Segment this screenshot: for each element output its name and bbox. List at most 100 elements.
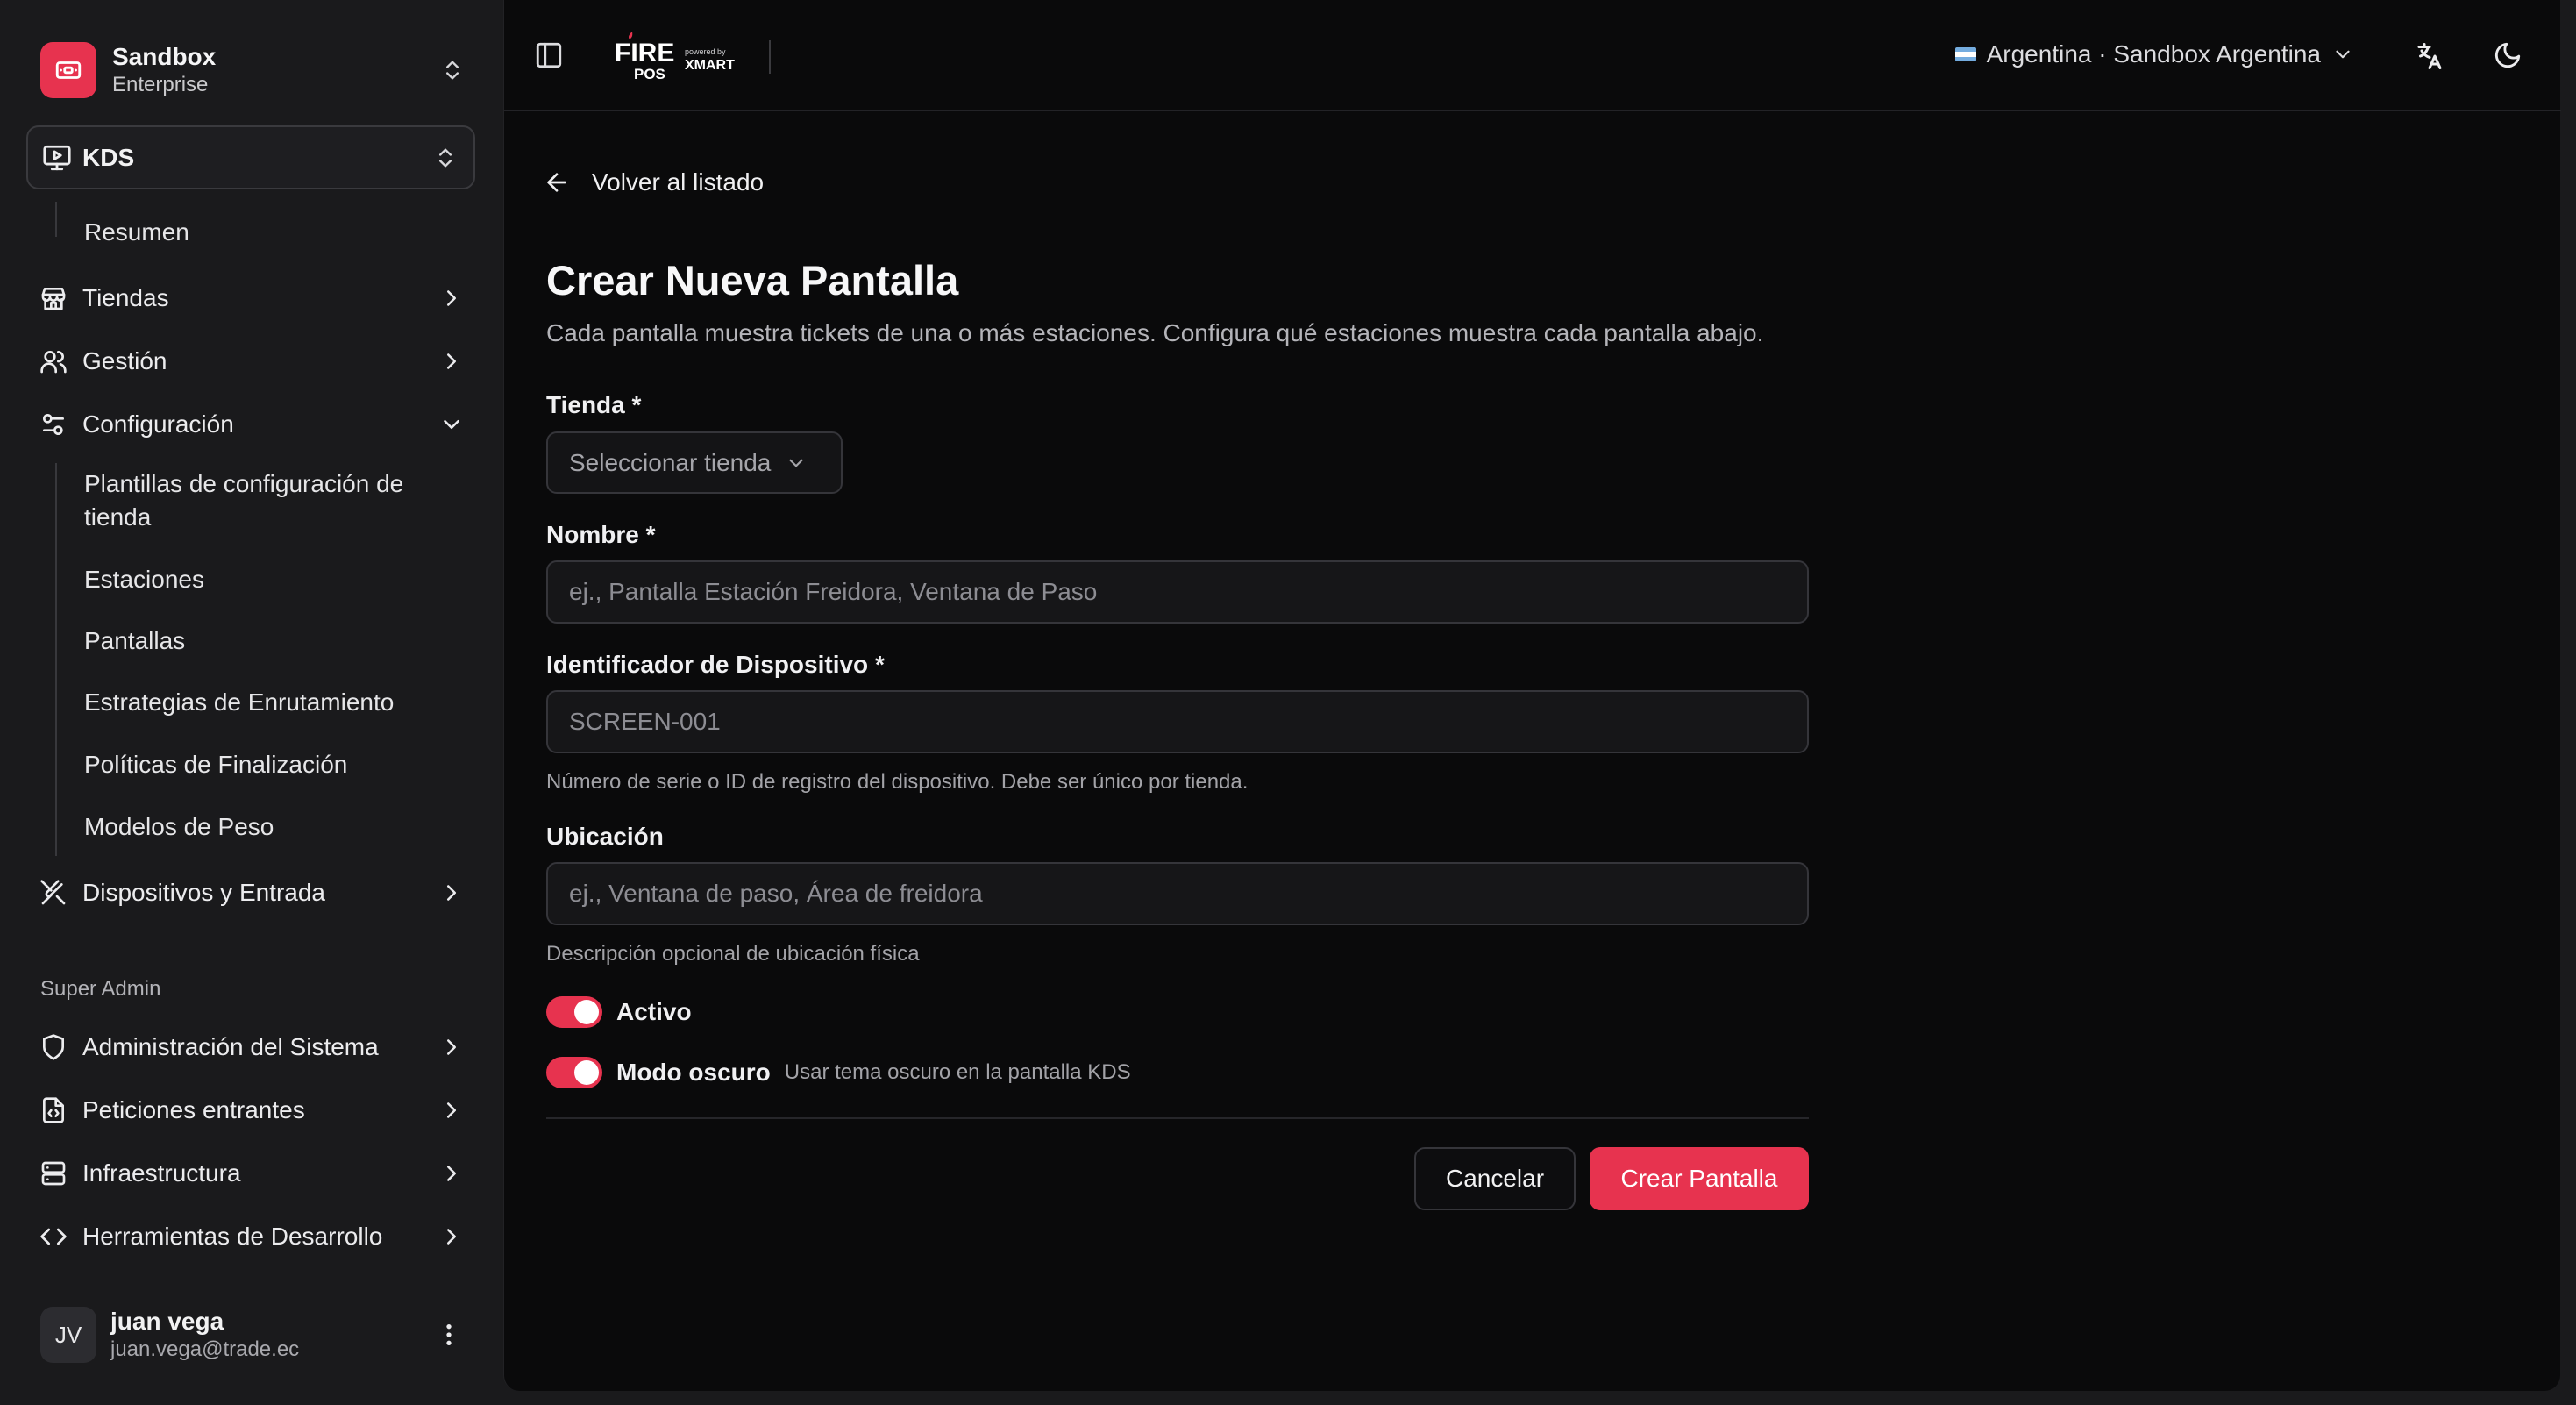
sidebar-item-gestion[interactable]: Gestión (26, 335, 477, 388)
chevron-right-icon (447, 353, 456, 369)
store-select[interactable]: Seleccionar tienda (546, 431, 843, 494)
translate-icon[interactable] (2414, 40, 2445, 72)
country-selector[interactable]: Argentina · Sandbox Argentina (1954, 37, 2354, 72)
sidebar-item-estaciones[interactable]: Estaciones (70, 563, 477, 596)
argentina-flag-icon (1954, 47, 1976, 61)
active-label: Activo (616, 998, 692, 1025)
org-name: Sandbox (112, 43, 217, 70)
name-input[interactable] (546, 560, 1809, 624)
server-icon (41, 1161, 66, 1186)
users-icon (40, 351, 67, 374)
sidebar-item-label: Herramientas de Desarrollo (82, 1223, 383, 1250)
nav-tree-line (55, 463, 57, 856)
powered-by-text: powered by (685, 47, 726, 56)
chevrons-up-down-icon (446, 61, 459, 80)
sidebar-item-pantallas[interactable]: Pantallas (70, 624, 477, 658)
app-window: Sandbox Enterprise KDS Resumen Tiendas G… (0, 0, 2576, 1405)
page-title: Crear Nueva Pantalla (546, 257, 959, 303)
name-label: Nombre * (546, 521, 656, 548)
dark-mode-toggle-row: Modo oscuro Usar tema oscuro en la panta… (546, 1055, 1131, 1090)
device-id-label: Identificador de Dispositivo * (546, 651, 885, 678)
dark-mode-label: Modo oscuro (616, 1059, 771, 1086)
sidebar-item-configuracion[interactable]: Configuración (26, 398, 477, 451)
sidebar-item-administracion[interactable]: Administración del Sistema (26, 1021, 477, 1073)
sidebar-item-label: Tiendas (82, 284, 169, 311)
sidebar-item-peticiones[interactable]: Peticiones entrantes (26, 1084, 477, 1137)
active-toggle[interactable] (546, 996, 602, 1028)
sidebar-item-label: Administración del Sistema (82, 1033, 379, 1060)
location-help: Descripción opcional de ubicación física (546, 942, 920, 966)
chevron-right-icon (447, 885, 456, 901)
section-title-super-admin: Super Admin (40, 977, 161, 1001)
chevron-right-icon (447, 1229, 456, 1245)
sidebar-item-dispositivos[interactable]: Dispositivos y Entrada (26, 867, 477, 919)
device-id-input[interactable] (546, 690, 1809, 753)
sidebar: Sandbox Enterprise KDS Resumen Tiendas G… (0, 0, 503, 1405)
store-icon (41, 288, 66, 310)
sidebar-item-modelos[interactable]: Modelos de Peso (70, 810, 477, 844)
chevron-down-icon (789, 459, 803, 467)
firepos-logo: FIRE POS powered by XMART (615, 32, 735, 82)
sidebar-item-politicas[interactable]: Políticas de Finalización (70, 748, 477, 781)
sidebar-item-label: Configuración (82, 410, 234, 438)
logo-main-text: FIRE (615, 39, 674, 68)
store-label: Tienda * (546, 391, 642, 418)
org-switcher[interactable]: Sandbox Enterprise (26, 30, 477, 111)
org-plan: Enterprise (112, 73, 209, 96)
chevrons-up-down-icon (439, 148, 452, 167)
powered-brand-text: XMART (685, 58, 735, 73)
main-panel: FIRE POS powered by XMART Argentina · Sa… (503, 0, 2561, 1391)
avatar: JV (40, 1307, 96, 1363)
sidebar-item-infraestructura[interactable]: Infraestructura (26, 1147, 477, 1200)
shield-icon (43, 1034, 64, 1060)
sidebar-item-label: Infraestructura (82, 1159, 241, 1187)
topbar-divider (769, 40, 771, 74)
form-divider (546, 1117, 1809, 1119)
country-label: Argentina · Sandbox Argentina (1986, 40, 2321, 68)
settings-sliders-icon (42, 414, 64, 435)
sidebar-item-label: Peticiones entrantes (82, 1096, 305, 1123)
user-name: juan vega (110, 1308, 224, 1335)
utensils-crossed-icon (40, 880, 66, 905)
back-label: Volver al listado (592, 168, 765, 196)
chevron-right-icon (447, 290, 456, 306)
dark-mode-description: Usar tema oscuro en la pantalla KDS (784, 1060, 1131, 1084)
sidebar-item-tiendas[interactable]: Tiendas (26, 272, 477, 325)
nav-tree-line (55, 202, 57, 237)
org-logo-icon (40, 42, 96, 98)
module-selector[interactable]: KDS (26, 125, 475, 189)
back-to-list-link[interactable]: Volver al listado (543, 163, 764, 202)
sidebar-item-resumen[interactable]: Resumen (70, 216, 477, 249)
page-description: Cada pantalla muestra tickets de una o m… (546, 319, 1764, 346)
sidebar-item-herramientas[interactable]: Herramientas de Desarrollo (26, 1210, 477, 1263)
more-vertical-icon[interactable] (435, 1321, 463, 1349)
location-input[interactable] (546, 862, 1809, 925)
store-select-value: Seleccionar tienda (569, 448, 772, 476)
arrow-left-icon (547, 173, 566, 192)
monitor-play-icon (43, 145, 71, 170)
dark-mode-toggle[interactable] (546, 1057, 602, 1088)
sidebar-toggle-icon[interactable] (534, 40, 564, 70)
cancel-button[interactable]: Cancelar (1414, 1147, 1576, 1210)
sidebar-item-plantillas[interactable]: Plantillas de configuración de tienda (70, 467, 438, 534)
location-label: Ubicación (546, 823, 664, 850)
chevron-right-icon (447, 1102, 456, 1118)
user-email: juan.vega@trade.ec (110, 1337, 300, 1361)
moon-icon[interactable] (2493, 40, 2523, 70)
logo-sub-text: POS (634, 66, 665, 82)
sidebar-item-estrategias[interactable]: Estrategias de Enrutamiento (70, 686, 477, 719)
sidebar-item-label: Gestión (82, 347, 167, 374)
file-code-icon (43, 1097, 64, 1123)
module-label: KDS (82, 143, 135, 171)
chevron-down-icon (444, 420, 459, 429)
chevron-down-icon (2336, 50, 2350, 59)
sidebar-item-label: Dispositivos y Entrada (82, 879, 326, 906)
active-toggle-row: Activo (546, 995, 692, 1030)
topbar: FIRE POS powered by XMART Argentina · Sa… (504, 0, 2561, 111)
device-id-help: Número de serie o ID de registro del dis… (546, 770, 1249, 794)
chevron-right-icon (447, 1166, 456, 1181)
user-menu[interactable]: JV juan vega juan.vega@trade.ec (26, 1298, 477, 1372)
create-screen-button[interactable]: Crear Pantalla (1590, 1147, 1809, 1210)
chevron-right-icon (447, 1039, 456, 1055)
code-icon (40, 1228, 67, 1245)
